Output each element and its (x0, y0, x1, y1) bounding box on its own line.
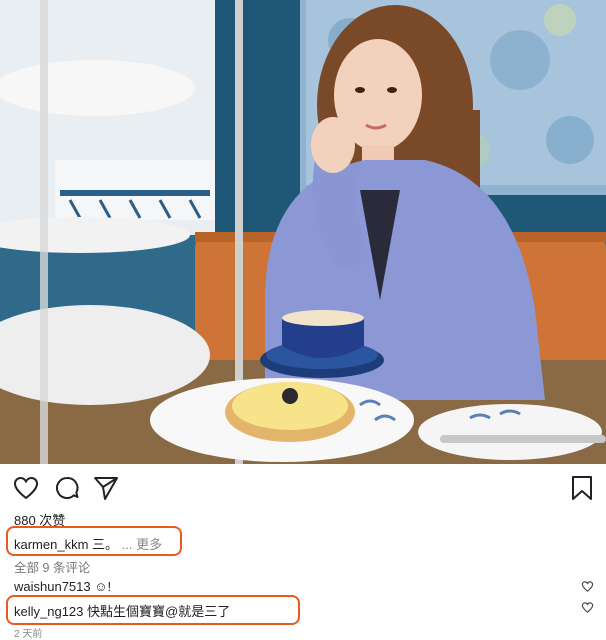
comment-bubble-icon[interactable] (53, 474, 81, 502)
comment-like-heart-icon[interactable] (581, 580, 594, 593)
comment-username[interactable]: waishun7513 (14, 579, 91, 594)
post-action-bar (0, 466, 606, 506)
bookmark-icon[interactable] (568, 474, 596, 502)
post-timestamp: 2 天前 (14, 629, 43, 640)
cafe-photo-illustration (0, 0, 606, 464)
paper-plane-icon[interactable] (92, 474, 120, 502)
view-all-comments-link[interactable]: 全部 9 条评论 (14, 557, 90, 576)
comment-like-heart-icon[interactable] (581, 601, 594, 614)
comment-item: waishun7513 ☺! (14, 579, 111, 594)
comment-highlight-outline (6, 595, 300, 625)
post-photo[interactable] (0, 0, 606, 464)
comment-text: ☺! (94, 579, 112, 594)
heart-icon[interactable] (12, 474, 40, 502)
caption-highlight-outline (6, 526, 182, 556)
